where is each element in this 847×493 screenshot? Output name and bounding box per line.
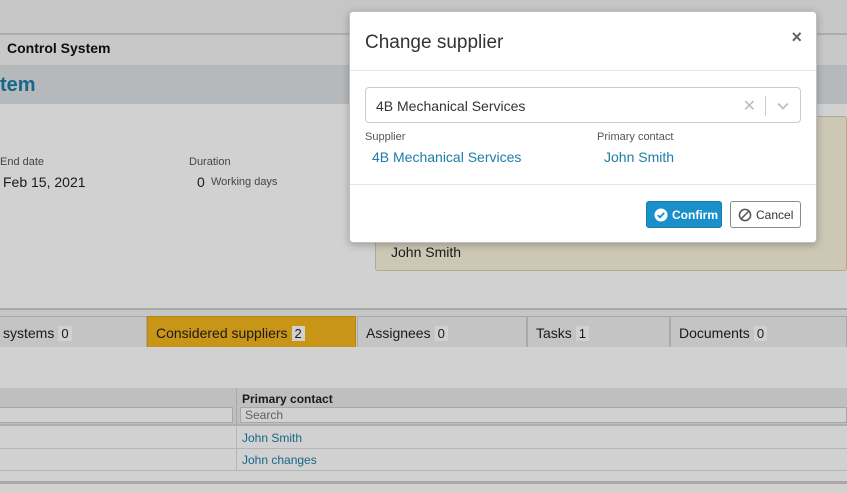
modal-title: Change supplier bbox=[365, 32, 504, 53]
supplier-label: Supplier bbox=[365, 131, 406, 143]
close-icon[interactable]: × bbox=[791, 27, 802, 48]
primary-contact-label: Primary contact bbox=[597, 131, 674, 143]
ban-icon bbox=[738, 208, 752, 221]
supplier-select-value: 4B Mechanical Services bbox=[376, 98, 526, 114]
supplier-select[interactable]: 4B Mechanical Services ✕ bbox=[365, 87, 801, 123]
confirm-button[interactable]: Confirm bbox=[646, 201, 722, 228]
supplier-link[interactable]: 4B Mechanical Services bbox=[372, 149, 521, 165]
chevron-down-icon[interactable] bbox=[776, 99, 790, 113]
cancel-button[interactable]: Cancel bbox=[730, 201, 801, 228]
select-separator bbox=[765, 96, 766, 116]
clear-icon[interactable]: ✕ bbox=[743, 96, 756, 116]
change-supplier-dialog: Change supplier × 4B Mechanical Services… bbox=[349, 11, 817, 243]
modal-footer: Confirm Cancel bbox=[350, 184, 816, 244]
primary-contact-link[interactable]: John Smith bbox=[604, 149, 674, 165]
modal-header: Change supplier × bbox=[350, 12, 816, 71]
confirm-label: Confirm bbox=[672, 207, 718, 222]
cancel-label: Cancel bbox=[756, 207, 794, 222]
check-circle-icon bbox=[654, 208, 668, 221]
